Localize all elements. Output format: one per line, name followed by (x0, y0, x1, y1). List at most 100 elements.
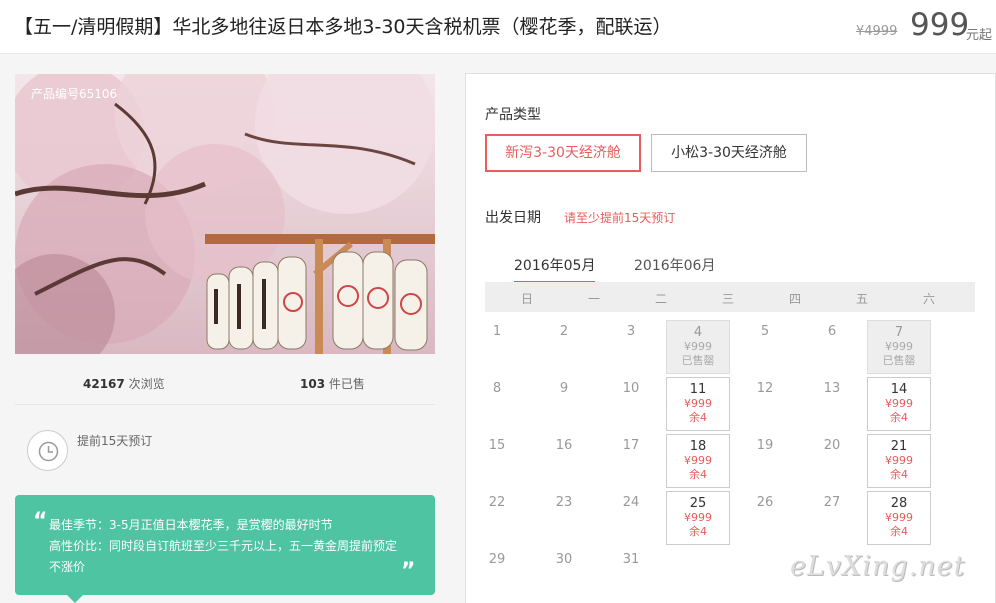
departure-date-label: 出发日期 (485, 210, 541, 226)
weekday-label: 五 (855, 292, 868, 306)
calendar-day: 19 (733, 434, 797, 488)
type-option-komatsu[interactable]: 小松3-30天经济舱 (651, 134, 807, 172)
advance-booking-text: 提前15天预订 (77, 434, 153, 448)
calendar-day[interactable]: 21 ¥999 余4 (867, 434, 931, 488)
price-unit: 元起 (966, 28, 993, 43)
calendar-day-number: 10 (622, 381, 640, 396)
calendar-day[interactable]: 28 ¥999 余4 (867, 491, 931, 545)
month-tab-june[interactable]: 2016年06月 (634, 255, 715, 281)
calendar-day-number: 17 (622, 438, 640, 453)
booking-panel: 产品类型 新泻3-30天经济舱 小松3-30天经济舱 出发日期 请至少提前15天… (465, 73, 996, 603)
calendar-day-price: ¥999 (885, 340, 913, 353)
calendar-day: 24 (599, 491, 663, 545)
calendar-day-number: 5 (760, 324, 770, 339)
calendar-day: 8 (465, 377, 529, 431)
calendar-day: 3 (599, 320, 663, 374)
calendar-day: 12 (733, 377, 797, 431)
views-label: 次浏览 (128, 377, 165, 391)
calendar-day-number: 2 (559, 324, 569, 339)
calendar-day[interactable]: 18 ¥999 余4 (666, 434, 730, 488)
calendar-day-number: 26 (756, 495, 774, 510)
product-photo (15, 74, 435, 354)
calendar-day: 31 (599, 548, 663, 602)
calendar-day: 29 (465, 548, 529, 602)
calendar-day-price: ¥999 (885, 397, 913, 410)
calendar-day-status: 余4 (689, 411, 707, 424)
calendar-day-status: 已售罄 (681, 354, 715, 367)
calendar-day-number: 30 (555, 552, 573, 567)
calendar-day-price: ¥999 (684, 397, 712, 410)
calendar-day-number: 13 (823, 381, 841, 396)
calendar-day-price: ¥999 (684, 511, 712, 524)
page-header: 【五一/清明假期】华北多地往返日本多地3-30天含税机票（樱花季，配联运） ¥4… (0, 0, 996, 54)
calendar-day-number: 6 (827, 324, 837, 339)
weekday-label: 六 (922, 292, 935, 306)
product-title: 【五一/清明假期】华北多地往返日本多地3-30天含税机票（樱花季，配联运） (14, 16, 672, 38)
type-option-niigata[interactable]: 新泻3-30天经济舱 (485, 134, 641, 172)
sold-stat: 103 件已售 (300, 375, 365, 392)
calendar-day: 5 (733, 320, 797, 374)
calendar-day-number: 12 (756, 381, 774, 396)
calendar-day: 22 (465, 491, 529, 545)
calendar-day-status: 余4 (689, 525, 707, 538)
weekday-label: 二 (654, 292, 667, 306)
open-quote-icon: “ (33, 509, 48, 534)
calendar-day-price: ¥999 (885, 454, 913, 467)
calendar-day-number: 25 (689, 496, 707, 511)
calendar-day: 30 (532, 548, 596, 602)
product-type-label: 产品类型 (485, 107, 541, 123)
sold-count: 103 (300, 377, 326, 391)
calendar-day-status: 已售罄 (882, 354, 916, 367)
calendar-day: 20 (800, 434, 864, 488)
product-stats: 42167 次浏览 103 件已售 (15, 365, 435, 405)
calendar-day-number: 3 (626, 324, 636, 339)
calendar-day-number: 24 (622, 495, 640, 510)
calendar-day: 1 (465, 320, 529, 374)
calendar-day: 16 (532, 434, 596, 488)
calendar-day: 26 (733, 491, 797, 545)
views-count: 42167 (83, 377, 125, 391)
month-tab-may[interactable]: 2016年05月 (514, 255, 596, 284)
calendar-day-number: 4 (693, 325, 703, 340)
calendar-day-number: 28 (890, 496, 908, 511)
weekday-label: 四 (788, 292, 801, 306)
calendar-day: 9 (532, 377, 596, 431)
tip-arrow-icon (67, 595, 83, 603)
calendar-day-number: 21 (890, 439, 908, 454)
highlight-line: 高性价比：同时段自订航班至少三千元以上，五一黄金周提前预定 (49, 539, 398, 553)
calendar-day-status: 余4 (890, 468, 908, 481)
weekday-label: 日 (520, 292, 533, 306)
highlight-line: 不涨价 (49, 560, 86, 574)
clock-icon (27, 430, 68, 471)
calendar-day[interactable]: 25 ¥999 余4 (666, 491, 730, 545)
highlight-line: 最佳季节：3-5月正值日本樱花季，是赏樱的最好时节 (49, 518, 333, 532)
calendar-day-price: ¥999 (684, 340, 712, 353)
calendar-day-status: 余4 (890, 411, 908, 424)
original-price: ¥4999 (856, 24, 898, 39)
calendar-day-price: ¥999 (684, 454, 712, 467)
calendar-day-price: ¥999 (885, 511, 913, 524)
calendar-day: 7 ¥999 已售罄 (867, 320, 931, 374)
calendar-day: 27 (800, 491, 864, 545)
weekday-header: 日 一 二 三 四 五 六 (485, 282, 975, 312)
calendar-day-number: 19 (756, 438, 774, 453)
calendar-day: 15 (465, 434, 529, 488)
calendar-day-number: 29 (488, 552, 506, 567)
date-hint: 请至少提前15天预订 (564, 211, 676, 225)
calendar-day[interactable]: 11 ¥999 余4 (666, 377, 730, 431)
calendar-day-number: 16 (555, 438, 573, 453)
calendar-day: 17 (599, 434, 663, 488)
calendar-day-number: 22 (488, 495, 506, 510)
calendar-day: 6 (800, 320, 864, 374)
calendar-day-status: 余4 (689, 468, 707, 481)
current-price: 999 (910, 7, 970, 43)
calendar-day-status: 余4 (890, 525, 908, 538)
calendar-day-number: 23 (555, 495, 573, 510)
calendar-day-number: 11 (689, 382, 707, 397)
views-stat: 42167 次浏览 (83, 375, 165, 392)
calendar-day: 4 ¥999 已售罄 (666, 320, 730, 374)
close-quote-icon: ” (401, 559, 416, 584)
calendar-day: 13 (800, 377, 864, 431)
watermark: eLvXing.net (790, 551, 966, 582)
calendar-day[interactable]: 14 ¥999 余4 (867, 377, 931, 431)
